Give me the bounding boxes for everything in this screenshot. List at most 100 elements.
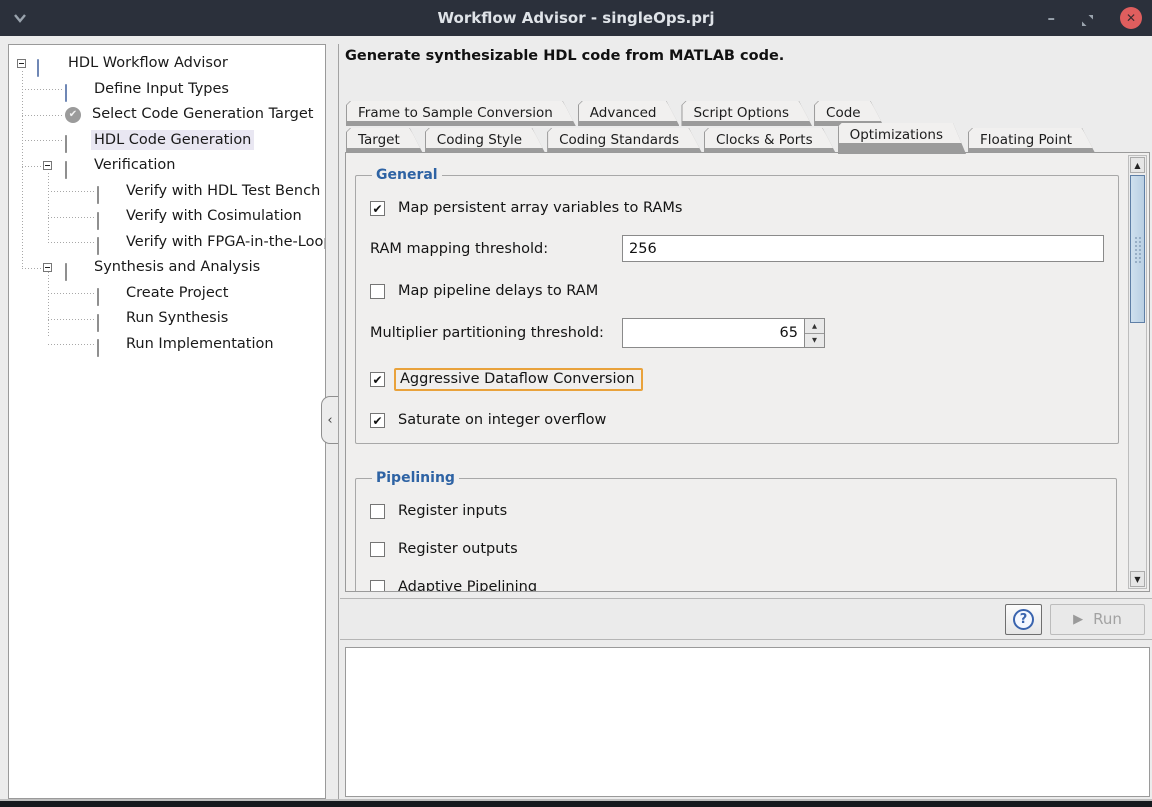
tree-item-label: Create Project [123, 283, 231, 303]
checkbox-row-aggressive-dataflow[interactable]: ✔ Aggressive Dataflow Conversion [370, 368, 1104, 391]
checkbox-icon[interactable]: ✔ [370, 413, 385, 428]
scroll-up-button[interactable]: ▲ [1130, 157, 1145, 173]
tree-guide-stub [22, 89, 62, 90]
tab-clocks-ports[interactable]: Clocks & Ports [704, 128, 836, 153]
tree-item-synthesis-and-analysis[interactable]: Synthesis and Analysis [9, 255, 325, 281]
tree-item-verification[interactable]: Verification [9, 153, 325, 179]
tab-row-2: Target Coding Style Coding Standards Clo… [346, 126, 1150, 153]
collapse-expander-icon[interactable] [43, 263, 52, 272]
multiplier-threshold-input[interactable] [622, 318, 804, 348]
checkbox-icon[interactable]: ✔ [370, 201, 385, 216]
settings-tabs: Frame to Sample Conversion Advanced Scri… [346, 100, 1150, 153]
scrollbar-thumb[interactable] [1130, 175, 1145, 323]
tab-target[interactable]: Target [346, 128, 423, 153]
task-icon [97, 212, 99, 230]
checkbox-row-map-persistent-arrays[interactable]: ✔ Map persistent array variables to RAMs [370, 199, 1104, 217]
checkbox-label: Map pipeline delays to RAM [394, 282, 602, 300]
optimizations-form: General ✔ Map persistent array variables… [346, 153, 1125, 591]
message-output-panel [345, 647, 1150, 797]
page-title: Generate synthesizable HDL code from MAT… [345, 48, 784, 64]
task-icon [97, 186, 99, 204]
tab-optimizations[interactable]: Optimizations [838, 123, 966, 154]
workflow-advisor-window: Workflow Advisor - singleOps.prj – ✕ HDL… [0, 0, 1152, 807]
tree-item-label: HDL Code Generation [91, 130, 254, 150]
maximize-button[interactable] [1081, 12, 1094, 25]
vertical-scrollbar[interactable]: ▲ ▼ [1128, 155, 1147, 589]
tab-code[interactable]: Code [814, 101, 884, 126]
tree-item-verify-fpga-in-the-loop[interactable]: Verify with FPGA-in-the-Loop [9, 230, 325, 256]
tree-guide-stub [48, 319, 94, 320]
general-group: General ✔ Map persistent array variables… [355, 167, 1119, 444]
checkbox-label: Map persistent array variables to RAMs [394, 199, 686, 217]
tree-guide-stub [48, 191, 94, 192]
task-icon [97, 314, 99, 332]
checkbox-icon[interactable]: ✔ [370, 372, 385, 387]
tree-item-verify-hdl-test-bench[interactable]: Verify with HDL Test Bench [9, 179, 325, 205]
checkbox-icon[interactable]: ✔ [370, 542, 385, 557]
collapse-expander-icon[interactable] [17, 59, 26, 68]
task-icon [97, 339, 99, 357]
checkbox-icon[interactable]: ✔ [370, 580, 385, 593]
tree-guide-stub [22, 166, 42, 167]
tab-row-1: Frame to Sample Conversion Advanced Scri… [346, 100, 1150, 126]
title-bar: Workflow Advisor - singleOps.prj – ✕ [0, 0, 1152, 36]
tree-guide-stub [48, 242, 94, 243]
tab-coding-standards[interactable]: Coding Standards [547, 128, 702, 153]
checkbox-label: Adaptive Pipelining [394, 578, 541, 592]
checkbox-row-register-inputs[interactable]: ✔ Register inputs [370, 502, 1102, 520]
collapse-panel-button[interactable]: ‹ [321, 396, 338, 444]
tree-item-label: Select Code Generation Target [89, 104, 316, 124]
run-button[interactable]: ▶ Run [1050, 604, 1145, 635]
tree-item-run-synthesis[interactable]: Run Synthesis [9, 306, 325, 332]
action-strip: ? ▶ Run [340, 598, 1152, 640]
close-button[interactable]: ✕ [1120, 7, 1142, 29]
spin-up-button[interactable]: ▲ [805, 319, 824, 334]
scroll-down-button[interactable]: ▼ [1130, 571, 1145, 587]
checkbox-icon[interactable]: ✔ [370, 284, 385, 299]
task-icon [65, 135, 67, 153]
checkbox-row-adaptive-pipelining[interactable]: ✔ Adaptive Pipelining [370, 578, 1102, 592]
tree-item-run-implementation[interactable]: Run Implementation [9, 332, 325, 358]
checkbox-icon[interactable]: ✔ [370, 504, 385, 519]
checkbox-row-map-pipeline-delays[interactable]: ✔ Map pipeline delays to RAM [370, 282, 1104, 300]
tree-item-label: Verify with FPGA-in-the-Loop [123, 232, 326, 252]
tab-floating-point[interactable]: Floating Point [968, 128, 1095, 153]
tree-item-select-code-generation-target[interactable]: ✔ Select Code Generation Target [9, 102, 325, 128]
checkbox-label-focused: Aggressive Dataflow Conversion [394, 368, 643, 391]
checkbox-row-register-outputs[interactable]: ✔ Register outputs [370, 540, 1102, 558]
tab-script-options[interactable]: Script Options [681, 101, 812, 126]
tree-item-hdl-code-generation[interactable]: HDL Code Generation [9, 128, 325, 154]
field-row-ram-mapping-threshold: RAM mapping threshold: [370, 235, 1104, 262]
scrollbar-grip [1134, 236, 1141, 264]
general-group-title: General [372, 167, 442, 183]
tree-guide-stub [22, 115, 62, 116]
field-row-multiplier-partitioning-threshold: Multiplier partitioning threshold: ▲ ▼ [370, 318, 1104, 348]
tree-item-hdl-workflow-advisor[interactable]: HDL Workflow Advisor [9, 51, 325, 77]
help-button[interactable]: ? [1005, 604, 1042, 635]
step-passed-icon: ✔ [65, 107, 81, 123]
collapse-expander-icon[interactable] [43, 161, 52, 170]
tree-item-label: Verify with HDL Test Bench [123, 181, 323, 201]
tab-coding-style[interactable]: Coding Style [425, 128, 545, 153]
window-menu-chevron-icon[interactable] [12, 10, 30, 26]
workflow-list-icon [37, 59, 39, 77]
tab-advanced[interactable]: Advanced [578, 101, 680, 126]
spin-down-button[interactable]: ▼ [805, 334, 824, 348]
tab-frame-to-sample-conversion[interactable]: Frame to Sample Conversion [346, 101, 576, 126]
task-icon [65, 263, 67, 281]
tree-item-verify-cosimulation[interactable]: Verify with Cosimulation [9, 204, 325, 230]
ram-mapping-threshold-input[interactable] [622, 235, 1104, 262]
checkbox-row-saturate-overflow[interactable]: ✔ Saturate on integer overflow [370, 411, 1104, 429]
tree-item-label: Verification [91, 155, 178, 175]
tree-item-label: Synthesis and Analysis [91, 257, 263, 277]
tree-item-define-input-types[interactable]: Define Input Types [9, 77, 325, 103]
checkbox-label: Saturate on integer overflow [394, 411, 610, 429]
field-label: RAM mapping threshold: [370, 241, 622, 257]
help-question-icon: ? [1013, 609, 1034, 630]
window-title: Workflow Advisor - singleOps.prj [0, 9, 1152, 27]
panel-splitter[interactable] [338, 44, 339, 799]
task-icon [97, 237, 99, 255]
tree-item-create-project[interactable]: Create Project [9, 281, 325, 307]
minimize-button[interactable]: – [1048, 13, 1056, 23]
spinner-buttons: ▲ ▼ [804, 318, 825, 348]
